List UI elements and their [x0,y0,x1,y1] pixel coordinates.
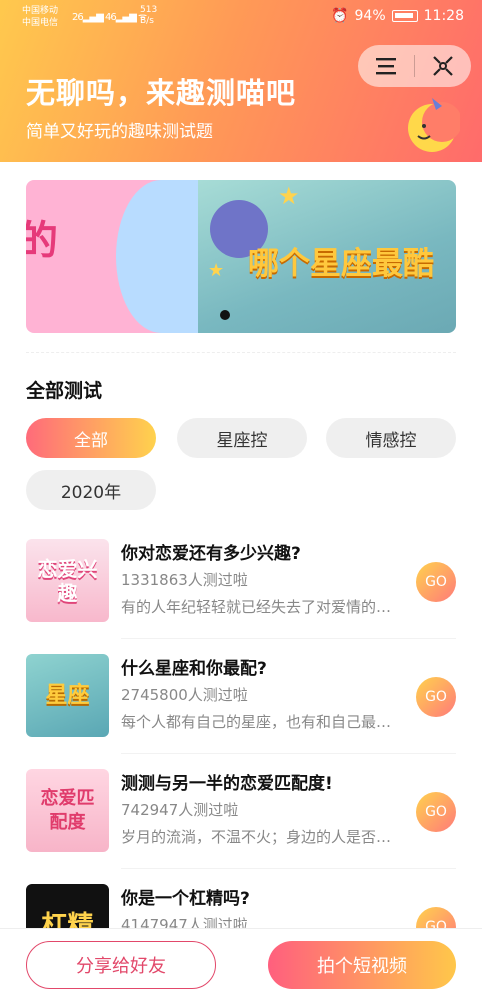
mini-program-capsule [358,45,471,87]
menu-icon[interactable] [358,45,414,87]
item-description: 每个人都有自己的星座，也有和自己最配的星座 [121,713,401,731]
banner-slide-1[interactable]: 的 [26,180,206,333]
item-title: 你对恋爱还有多少兴趣? [121,544,301,564]
carrier-info: 中国移动 中国电信 [22,5,58,29]
banner-slide-1-text: 的 [26,218,58,264]
battery-percent: 94% [354,8,386,24]
battery-icon [391,10,418,22]
divider [121,868,456,869]
go-button[interactable]: GO [416,792,456,832]
item-title: 你是一个杠精吗? [121,889,250,909]
star-icon: ★ [208,260,225,281]
page-subtitle: 简单又好玩的趣味测试题 [26,122,213,142]
bottom-action-bar: 分享给好友 拍个短视频 [0,928,482,1000]
filter-chip-zodiac[interactable]: 星座控 [177,418,307,458]
signal-1-label: 26 [72,12,84,23]
banner-carousel[interactable]: 的 ★ ★ 哪个星座最酷 [26,180,456,333]
item-thumbnail: 星座 [26,654,109,737]
clock: 11:28 [423,8,464,24]
item-count: 742947人测过啦 [121,801,239,819]
banner-wave-decoration [116,180,206,333]
item-count: 1331863人测过啦 [121,571,248,589]
page-title: 无聊吗，来趣测喵吧 [26,76,297,110]
filter-chip-emotion[interactable]: 情感控 [326,418,456,458]
banner-slide-2[interactable]: ★ ★ 哪个星座最酷 [198,180,456,333]
speed-value: 513 [140,5,158,15]
item-thumbnail: 恋爱匹配度 [26,769,109,852]
divider [26,352,456,353]
carousel-indicator[interactable] [220,310,230,320]
item-thumbnail: 恋爱兴趣 [26,539,109,622]
divider [121,753,456,754]
speed-unit: B/s [140,16,154,26]
banner-slide-2-text: 哪个星座最酷 [248,246,434,282]
item-description: 岁月的流淌，不温不火；身边的人是否合适 [121,828,401,846]
signal-icon: 26▂▄▆ 46▂▄▆ ᯤ [72,12,147,23]
divider [121,638,456,639]
list-item[interactable]: 星座 什么星座和你最配? 2745800人测过啦 每个人都有自己的星座，也有和自… [26,654,456,754]
close-icon[interactable] [415,45,471,87]
record-video-button[interactable]: 拍个短视频 [268,941,456,989]
go-button[interactable]: GO [416,562,456,602]
alarm-icon: ⏰ [331,8,349,24]
filter-chip-2020[interactable]: 2020年 [26,470,156,510]
list-item[interactable]: 恋爱匹配度 测测与另一半的恋爱匹配度! 742947人测过啦 岁月的流淌，不温不… [26,769,456,869]
list-item[interactable]: 恋爱兴趣 你对恋爱还有多少兴趣? 1331863人测过啦 有的人年纪轻轻就已经失… [26,539,456,639]
carrier-1: 中国移动 [22,6,59,16]
item-title: 测测与另一半的恋爱匹配度! [121,774,333,794]
item-count: 2745800人测过啦 [121,686,248,704]
network-speed: 513 B/s [140,5,157,27]
star-icon: ★ [278,182,300,210]
header: 中国移动 中国电信 26▂▄▆ 46▂▄▆ ᯤ 513 B/s ⏰ 94% 11… [0,0,482,162]
item-description: 有的人年纪轻轻就已经失去了对爱情的渴望 [121,598,401,616]
status-right: ⏰ 94% 11:28 [331,8,464,24]
filter-chip-all[interactable]: 全部 [26,418,156,458]
status-bar: 中国移动 中国电信 26▂▄▆ 46▂▄▆ ᯤ 513 B/s ⏰ 94% 11… [0,0,482,36]
carrier-2: 中国电信 [22,18,59,28]
go-button[interactable]: GO [416,677,456,717]
section-title: 全部测试 [26,380,103,402]
item-title: 什么星座和你最配? [121,659,267,679]
share-button[interactable]: 分享给好友 [26,941,216,989]
moon-mascot-icon [408,98,460,152]
signal-2-label: 46 [105,12,117,23]
